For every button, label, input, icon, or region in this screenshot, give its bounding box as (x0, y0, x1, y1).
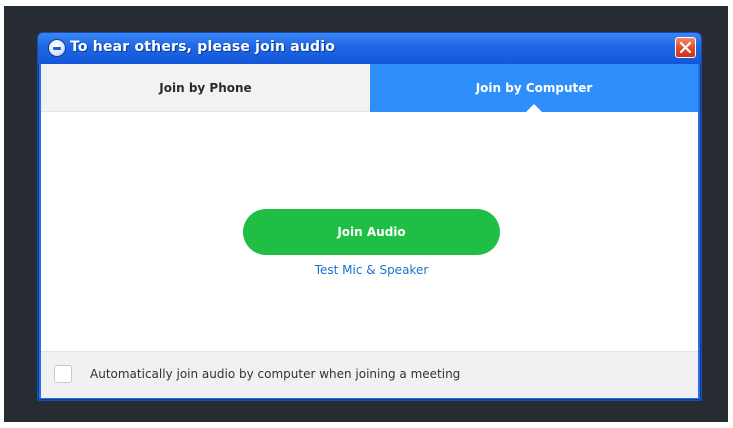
audio-app-icon (48, 39, 66, 57)
tab-label: Join by Computer (475, 81, 593, 95)
active-tab-indicator (526, 104, 542, 112)
tab-join-by-phone[interactable]: Join by Phone (41, 64, 370, 112)
join-audio-button[interactable]: Join Audio (243, 209, 500, 255)
tab-join-by-computer[interactable]: Join by Computer (370, 64, 698, 112)
auto-join-checkbox[interactable] (54, 365, 72, 383)
tab-label: Join by Phone (159, 80, 252, 95)
dialog-footer: Automatically join audio by computer whe… (41, 351, 698, 398)
close-icon (679, 41, 692, 54)
auto-join-label[interactable]: Automatically join audio by computer whe… (90, 367, 460, 381)
test-mic-speaker-link[interactable]: Test Mic & Speaker (243, 263, 500, 277)
join-audio-dialog: To hear others, please join audio Join b… (37, 32, 702, 401)
title-bar[interactable]: To hear others, please join audio (38, 33, 701, 64)
tab-bar: Join by Phone Join by Computer (41, 64, 698, 112)
close-button[interactable] (675, 37, 696, 58)
dialog-content: Join by Phone Join by Computer Join Audi… (41, 64, 698, 398)
window-title: To hear others, please join audio (70, 39, 336, 55)
